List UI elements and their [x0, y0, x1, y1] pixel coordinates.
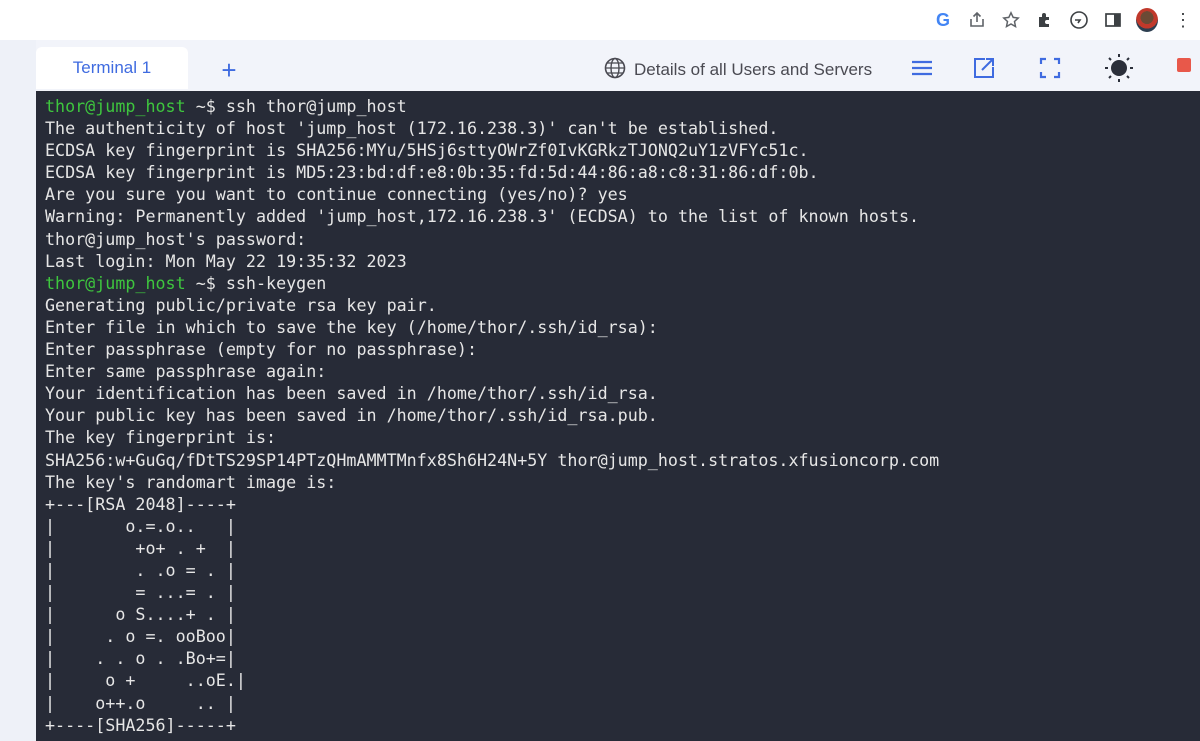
- terminal-line: SHA256:w+GuGq/fDtTS29SP14PTzQHmAMMTMnfx8…: [45, 449, 939, 471]
- terminal-line: thor@jump_host's password:: [45, 228, 939, 250]
- terminal-screen[interactable]: thor@jump_host ~$ ssh thor@jump_host The …: [36, 91, 1200, 741]
- google-icon[interactable]: G: [932, 9, 954, 31]
- terminal-line: | o++.o .. |: [45, 692, 939, 714]
- browser-toolbar: G ⋮: [0, 0, 1200, 40]
- sidepanel-icon[interactable]: [1102, 9, 1124, 31]
- hamburger-menu-icon[interactable]: [907, 53, 937, 83]
- terminal-line: The key fingerprint is:: [45, 426, 939, 448]
- output-text: SHA256:w+GuGq/fDtTS29SP14PTzQHmAMMTMnfx8…: [45, 449, 940, 470]
- terminal-line: Enter passphrase (empty for no passphras…: [45, 338, 939, 360]
- share-icon[interactable]: [966, 9, 988, 31]
- output-text: | o S....+ . |: [45, 604, 236, 625]
- terminal-line: | o S....+ . |: [45, 603, 939, 625]
- terminal-line: | = ...= . |: [45, 581, 939, 603]
- output-text: ECDSA key fingerprint is SHA256:MYu/5HSj…: [45, 140, 809, 161]
- terminal-line: ECDSA key fingerprint is MD5:23:bd:df:e8…: [45, 161, 939, 183]
- extensions-icon[interactable]: [1034, 9, 1056, 31]
- output-text: The key's randomart image is:: [45, 471, 337, 492]
- terminal-line: The key's randomart image is:: [45, 471, 939, 493]
- output-text: ECDSA key fingerprint is MD5:23:bd:df:e8…: [45, 162, 819, 183]
- terminal-line: thor@jump_host ~$ ssh thor@jump_host: [45, 95, 939, 117]
- terminal-line: +----[SHA256]-----+: [45, 714, 939, 736]
- terminal-line: +---[RSA 2048]----+: [45, 493, 939, 515]
- open-new-window-icon[interactable]: [969, 53, 999, 83]
- terminal-line: Last login: Mon May 22 19:35:32 2023: [45, 250, 939, 272]
- stop-session-button[interactable]: [1177, 58, 1191, 72]
- theme-toggle-sun-icon[interactable]: [1104, 53, 1134, 83]
- output-text: Generating public/private rsa key pair.: [45, 294, 437, 315]
- terminal-line: Your identification has been saved in /h…: [45, 382, 939, 404]
- terminal-line: | . .o = . |: [45, 559, 939, 581]
- avatar: [1136, 8, 1158, 32]
- shell-prompt: thor@jump_host: [45, 272, 186, 293]
- browser-action-icons: G ⋮: [920, 0, 1200, 40]
- output-text: Enter same passphrase again:: [45, 361, 327, 382]
- output-text: The key fingerprint is:: [45, 427, 277, 448]
- shell-cwd: ~$: [185, 96, 216, 116]
- output-text: Enter passphrase (empty for no passphras…: [45, 339, 478, 360]
- add-tab-button[interactable]: +: [213, 54, 245, 86]
- profile-avatar[interactable]: [1136, 8, 1158, 32]
- output-text: +---[RSA 2048]----+: [45, 493, 236, 514]
- terminal-line: Enter same passphrase again:: [45, 360, 939, 382]
- output-text: The authenticity of host 'jump_host (172…: [45, 118, 779, 139]
- terminal-line: The authenticity of host 'jump_host (172…: [45, 117, 939, 139]
- output-text: Enter file in which to save the key (/ho…: [45, 316, 658, 337]
- output-text: thor@jump_host's password:: [45, 228, 307, 249]
- output-text: | +o+ . + |: [45, 537, 236, 558]
- output-text: | o.=.o.. |: [45, 515, 236, 536]
- tab-label: Terminal 1: [72, 58, 152, 77]
- output-text: Warning: Permanently added 'jump_host,17…: [45, 206, 920, 227]
- output-text: | o + ..oE.|: [45, 670, 246, 691]
- shell-command: ssh-keygen: [215, 272, 327, 293]
- terminal-line: | o + ..oE.|: [45, 669, 939, 691]
- output-text: | . . o . .Bo+=|: [45, 648, 236, 669]
- shell-prompt: thor@jump_host: [45, 96, 186, 116]
- terminal-line: Are you sure you want to continue connec…: [45, 183, 939, 205]
- terminal-line: Enter file in which to save the key (/ho…: [45, 316, 939, 338]
- output-text: Your identification has been saved in /h…: [45, 383, 658, 404]
- kebab-menu-icon[interactable]: ⋮: [1172, 9, 1194, 31]
- terminal-line: Your public key has been saved in /home/…: [45, 404, 939, 426]
- terminal-line: | . . o . .Bo+=|: [45, 647, 939, 669]
- terminal-line: | o.=.o.. |: [45, 515, 939, 537]
- terminal-line: | +o+ . + |: [45, 537, 939, 559]
- output-text: | = ...= . |: [45, 582, 236, 603]
- output-text: | o++.o .. |: [45, 692, 236, 713]
- terminal-line: thor@jump_host ~$ ssh-keygen: [45, 272, 939, 294]
- plus-icon: +: [221, 54, 237, 85]
- terminal-output: thor@jump_host ~$ ssh thor@jump_host The …: [45, 95, 939, 736]
- left-sidebar-strip: [0, 40, 36, 741]
- terminal-line: Warning: Permanently added 'jump_host,17…: [45, 205, 939, 227]
- output-text: Your public key has been saved in /home/…: [45, 405, 658, 426]
- star-icon[interactable]: [1000, 9, 1022, 31]
- shell-cwd: ~$: [185, 272, 216, 293]
- terminal-line: ECDSA key fingerprint is SHA256:MYu/5HSj…: [45, 139, 939, 161]
- output-text: +----[SHA256]-----+: [45, 714, 236, 735]
- details-link-label: Details of all Users and Servers: [634, 60, 873, 79]
- output-text: Are you sure you want to continue connec…: [45, 184, 628, 205]
- output-text: | . .o = . |: [45, 559, 236, 580]
- shell-command: ssh thor@jump_host: [215, 96, 407, 116]
- output-text: | . o =. ooBoo|: [45, 626, 236, 647]
- spiral-icon[interactable]: [1068, 9, 1090, 31]
- terminal-line: | . o =. ooBoo|: [45, 625, 939, 647]
- terminal-line: Generating public/private rsa key pair.: [45, 294, 939, 316]
- fullscreen-icon[interactable]: [1035, 53, 1065, 83]
- details-users-servers-link[interactable]: Details of all Users and Servers: [604, 57, 872, 83]
- tab-terminal-1[interactable]: Terminal 1: [36, 47, 188, 89]
- globe-icon: [604, 57, 626, 84]
- output-text: Last login: Mon May 22 19:35:32 2023: [45, 250, 407, 271]
